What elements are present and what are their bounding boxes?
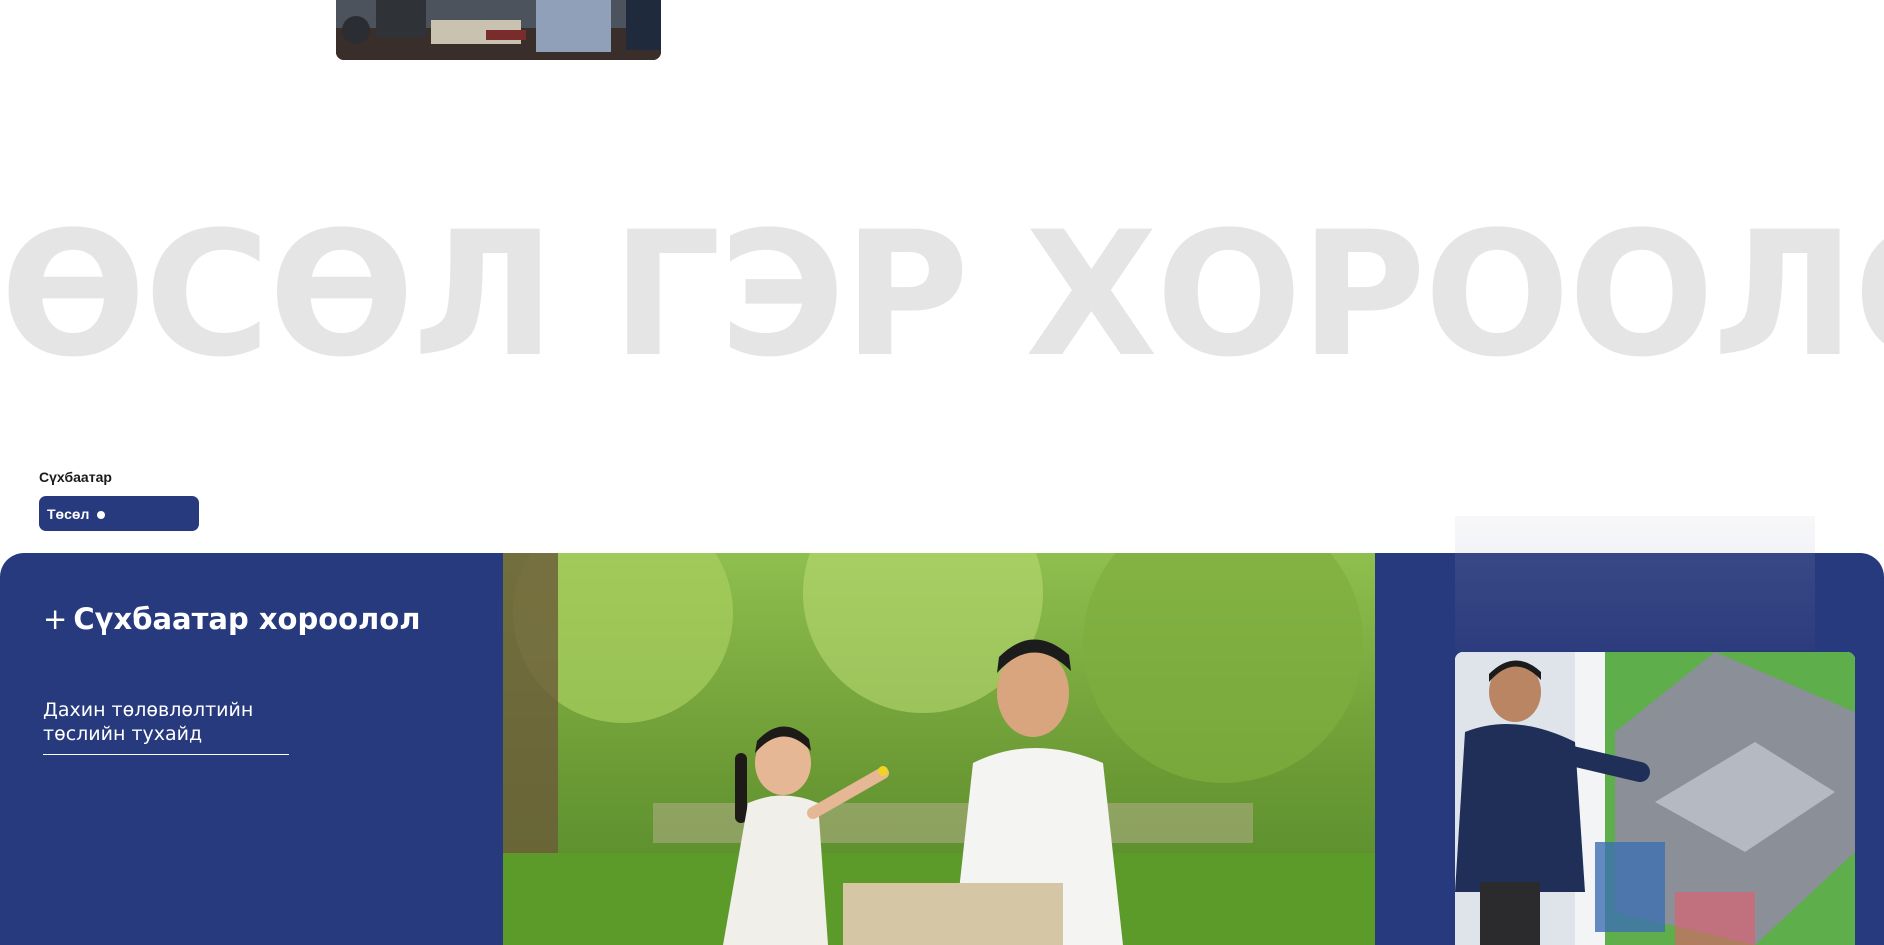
watermark-title: ӨСӨЛ ГЭР ХОРООЛОЛ [0,210,1884,380]
plus-icon: + [43,602,68,636]
faded-photo-overlay [1455,553,1815,651]
district-title[interactable]: + Сүхбаатар хороолол [43,602,420,636]
link-line-1: Дахин төлөвлөлтийн [43,699,254,721]
man-presenting-city-plan-photo [1455,652,1855,945]
district-label: Сүхбаатар [39,469,112,485]
district-title-text: Сүхбаатар хороолол [73,602,421,636]
father-daughter-park-photo [503,553,1375,945]
project-filter-button[interactable]: Төсөл [39,496,199,531]
link-line-2: төслийн тухайд [43,723,203,745]
meeting-photo [336,0,661,60]
redevelopment-link[interactable]: Дахин төлөвлөлтийн төслийн тухайд [43,698,289,755]
dot-icon [97,511,106,519]
project-pill-label: Төсөл [47,505,90,522]
